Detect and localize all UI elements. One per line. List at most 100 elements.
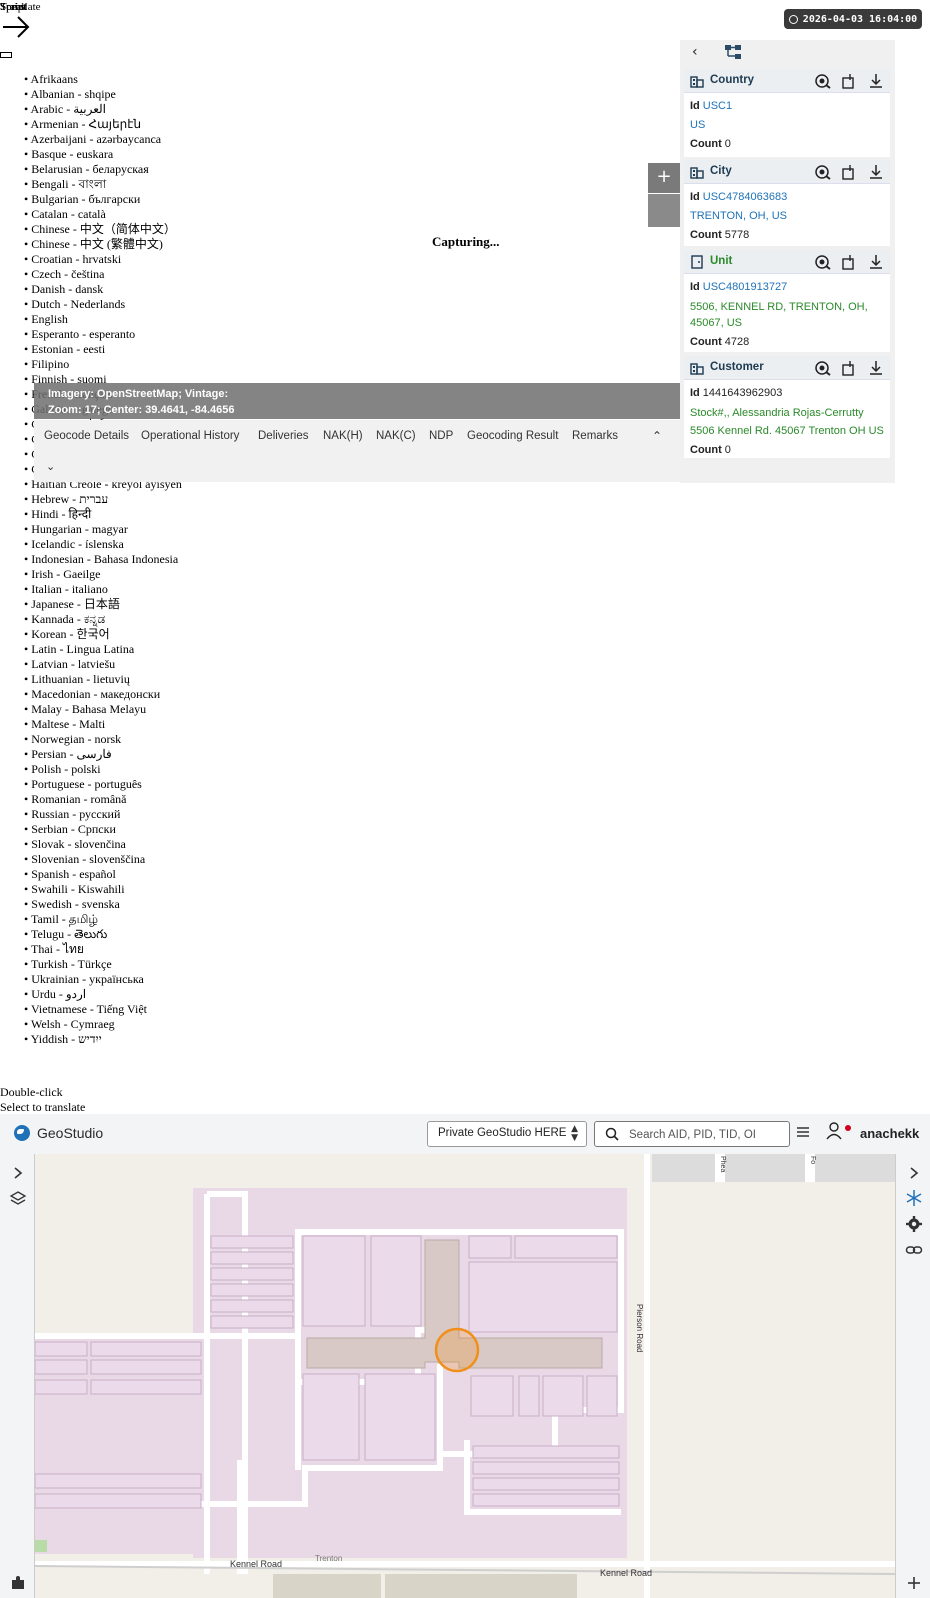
language-option[interactable]: Dutch - Nederlands — [24, 297, 182, 312]
puzzle-icon[interactable] — [9, 1574, 27, 1592]
language-option[interactable]: Belarusian - беларуская — [24, 162, 182, 177]
language-option[interactable]: Azerbaijani - azərbaycanca — [24, 132, 182, 147]
share-icon[interactable] — [840, 164, 858, 180]
language-option[interactable]: Italian - italiano — [24, 582, 182, 597]
language-option[interactable]: Russian - русский — [24, 807, 182, 822]
tab-deliveries[interactable]: Deliveries — [258, 430, 309, 442]
language-option[interactable]: Swedish - svenska — [24, 897, 182, 912]
language-option[interactable]: Tamil - தமிழ் — [24, 912, 182, 927]
language-option[interactable]: Hebrew - עברית — [24, 492, 182, 507]
download-icon[interactable] — [867, 164, 885, 180]
menu-icon[interactable] — [796, 1125, 810, 1139]
language-option[interactable]: Spanish - español — [24, 867, 182, 882]
city-id-link[interactable]: USC4784063683 — [703, 191, 787, 203]
language-option[interactable]: Maltese - Malti — [24, 717, 182, 732]
chevron-down-icon[interactable]: ⌄ — [46, 460, 55, 473]
language-option[interactable]: Filipino — [24, 357, 182, 372]
language-option[interactable]: Norwegian - norsk — [24, 732, 182, 747]
unit-id-link[interactable]: USC4801913727 — [703, 281, 787, 293]
link-icon[interactable] — [905, 1241, 923, 1259]
download-icon[interactable] — [867, 73, 885, 89]
language-option[interactable]: Kannada - ಕನ್ನಡ — [24, 612, 182, 627]
share-icon[interactable] — [840, 73, 858, 89]
environment-select[interactable]: Private GeoStudio HERE ▲ ▼ — [427, 1121, 587, 1147]
language-option[interactable]: English — [24, 312, 182, 327]
username[interactable]: anachekk — [860, 1126, 919, 1141]
language-option[interactable]: Albanian - shqipe — [24, 87, 182, 102]
language-option[interactable]: Irish - Gaeilge — [24, 567, 182, 582]
layers-icon[interactable] — [9, 1190, 27, 1208]
language-option[interactable]: Swahili - Kiswahili — [24, 882, 182, 897]
language-option[interactable]: Telugu - తెలుగు — [24, 927, 182, 942]
language-option[interactable]: Urdu - ‎اردو‎ — [24, 987, 182, 1002]
language-option[interactable]: Japanese - 日本語 — [24, 597, 182, 612]
language-option[interactable]: Vietnamese - Tiếng Việt — [24, 1002, 182, 1017]
language-option[interactable]: Serbian - Српски — [24, 822, 182, 837]
gear-icon[interactable] — [905, 1215, 923, 1233]
language-option[interactable]: Romanian - română — [24, 792, 182, 807]
tiny-checkbox[interactable] — [0, 52, 12, 58]
language-option[interactable]: Croatian - hrvatski — [24, 252, 182, 267]
tab-geocoding-result[interactable]: Geocoding Result — [467, 430, 558, 442]
language-option[interactable]: Danish - dansk — [24, 282, 182, 297]
language-option[interactable]: Armenian - Հայերէն — [24, 117, 182, 132]
language-option[interactable]: Polish - polski — [24, 762, 182, 777]
language-option[interactable]: Welsh - Cymraeg — [24, 1017, 182, 1032]
language-option[interactable]: Ukrainian - українська — [24, 972, 182, 987]
language-option[interactable]: Slovenian - slovenščina — [24, 852, 182, 867]
language-option[interactable]: Esperanto - esperanto — [24, 327, 182, 342]
tab-ndp[interactable]: NDP — [429, 430, 453, 442]
language-option[interactable]: Malay - Bahasa Melayu — [24, 702, 182, 717]
language-option[interactable]: Thai - ไทย — [24, 942, 182, 957]
share-icon[interactable] — [840, 360, 858, 376]
language-option[interactable]: Czech - čeština — [24, 267, 182, 282]
map-canvas[interactable]: Kennel Road Kennel Road Trenton Pierson … — [35, 1154, 895, 1598]
language-option[interactable]: Macedonian - македонски — [24, 687, 182, 702]
chevron-up-icon[interactable]: ⌃ — [652, 429, 662, 443]
download-icon[interactable] — [867, 254, 885, 270]
search-location-icon[interactable] — [814, 360, 832, 376]
language-option[interactable]: Icelandic - íslenska — [24, 537, 182, 552]
language-option[interactable]: Yiddish - ייִדיש — [24, 1032, 182, 1047]
user-icon[interactable] — [826, 1122, 842, 1140]
language-option[interactable]: Afrikaans — [24, 72, 182, 87]
language-option[interactable]: Chinese - 中文 (繁體中文) — [24, 237, 182, 252]
language-option[interactable]: Indonesian - Bahasa Indonesia — [24, 552, 182, 567]
search-location-icon[interactable] — [814, 164, 832, 180]
language-option[interactable]: Chinese - 中文（简体中文） — [24, 222, 182, 237]
country-id-link[interactable]: USC1 — [703, 100, 732, 112]
zoom-out-button[interactable] — [648, 194, 680, 227]
language-option[interactable]: Lithuanian - lietuvių — [24, 672, 182, 687]
hierarchy-tree-icon[interactable] — [724, 44, 742, 60]
language-option[interactable]: Persian - ‎فارسی‎ — [24, 747, 182, 762]
language-option[interactable]: Latin - Lingua Latina — [24, 642, 182, 657]
tab-nak-c[interactable]: NAK(C) — [376, 430, 416, 442]
search-input[interactable] — [629, 1129, 779, 1141]
tab-operational-history[interactable]: Operational History — [141, 430, 239, 442]
language-option[interactable]: Portuguese - português — [24, 777, 182, 792]
language-option[interactable]: Arabic - ‎العربية‎ — [24, 102, 182, 117]
language-option[interactable]: Catalan - català — [24, 207, 182, 222]
tab-nak-h[interactable]: NAK(H) — [323, 430, 363, 442]
language-option[interactable]: Hindi - हिन्दी — [24, 507, 182, 522]
language-option[interactable]: Bulgarian - български — [24, 192, 182, 207]
language-option[interactable]: Hungarian - magyar — [24, 522, 182, 537]
language-option[interactable]: Latvian - latviešu — [24, 657, 182, 672]
snowflake-icon[interactable] — [905, 1189, 923, 1207]
search-location-icon[interactable] — [814, 254, 832, 270]
language-option[interactable]: Turkish - Türkçe — [24, 957, 182, 972]
language-option[interactable]: Bengali - বাংলা — [24, 177, 182, 192]
language-option[interactable]: Korean - 한국어 — [24, 627, 182, 642]
chevron-right-icon[interactable] — [905, 1164, 923, 1182]
tab-geocode-details[interactable]: Geocode Details — [44, 430, 129, 442]
plus-icon[interactable] — [905, 1574, 923, 1592]
language-option[interactable]: Basque - euskara — [24, 147, 182, 162]
search-location-icon[interactable] — [814, 73, 832, 89]
search-box[interactable] — [594, 1121, 790, 1147]
download-icon[interactable] — [867, 360, 885, 376]
arrow-right-icon[interactable] — [0, 14, 32, 40]
chevron-left-icon[interactable]: ‹ — [692, 44, 698, 60]
tab-remarks[interactable]: Remarks — [572, 430, 618, 442]
app-brand[interactable]: GeoStudio — [14, 1125, 103, 1141]
chevron-right-icon[interactable] — [9, 1164, 27, 1182]
